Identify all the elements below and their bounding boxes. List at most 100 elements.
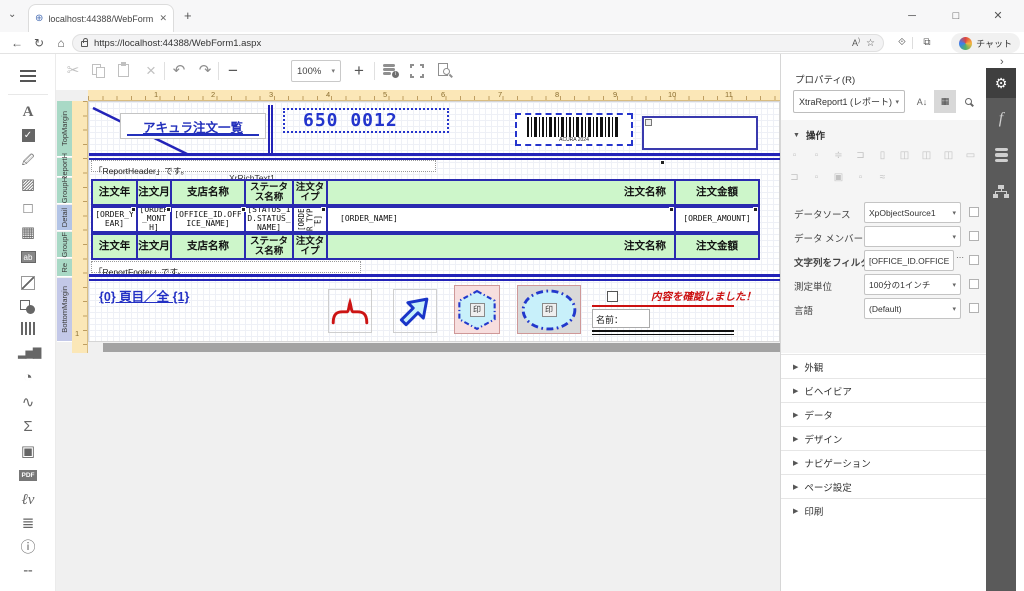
toolbox-panel-icon[interactable]: □ [18,199,38,219]
confirm-checkbox-control[interactable] [607,291,618,302]
red-underline[interactable] [592,305,734,307]
footer-cell[interactable]: 支店名称 [172,235,246,258]
band-bottom-margin[interactable]: BottomMargin [57,278,72,342]
zoom-in-icon[interactable]: + [348,60,370,82]
tab-close-icon[interactable]: ✕ [159,13,167,24]
toolbox-picture-icon[interactable]: ▨ [18,175,38,195]
fullscreen-icon[interactable] [406,60,428,82]
read-aloud-icon[interactable]: A) [852,38,860,48]
signature-line[interactable] [592,330,734,332]
signature-line-2[interactable] [592,334,734,335]
footer-cell[interactable]: ステータス名称 [246,235,294,258]
new-tab-button[interactable]: + [184,8,192,23]
brace-shape-control[interactable] [328,289,372,333]
field-cell[interactable]: [ORDER_NAME] [328,208,676,231]
toolbox-subreport-icon[interactable]: ▣ [18,442,38,462]
prop-checkbox[interactable] [969,231,979,241]
toolbox-signature-icon[interactable]: ℓv [18,490,38,510]
window-maximize-button[interactable]: □ [948,8,964,24]
vertical-separator-line[interactable] [268,105,273,153]
band-report-footer[interactable]: Re [57,259,72,277]
prop-checkbox[interactable] [969,279,979,289]
toolbox-shape-icon[interactable] [18,297,38,317]
component-selector-dropdown[interactable]: XtraReport1 (レポート) ▾ [793,90,905,113]
validate-bindings-icon[interactable]: i [380,60,402,82]
header-cell[interactable]: 注文月 [138,181,172,204]
preview-icon[interactable] [434,60,456,82]
footer-cell[interactable]: 注文名称 [328,235,676,258]
tab-search-chevron-icon[interactable]: ⌄ [8,9,16,20]
collections-icon[interactable]: ⧉ [918,34,936,52]
redo-icon[interactable]: ↷ [194,60,216,82]
toolbox-chart-icon[interactable]: ▂▅▇ [18,343,38,363]
toolbox-pageinfo-icon[interactable]: ⓘ [18,538,38,558]
header-cell[interactable]: 注文年 [93,181,138,204]
category-view-icon[interactable]: ▦ [934,90,956,113]
toolbox-table-icon[interactable]: ▦ [18,223,38,243]
header-cell[interactable]: ステータス名称 [246,181,294,204]
properties-tab-gear-icon[interactable]: ⚙ [986,68,1016,98]
section-page-settings[interactable]: ▶ページ設定 [781,474,986,498]
datamember-dropdown[interactable]: ▾ [864,226,961,247]
barcode-control[interactable]: ACURA 2024 [515,113,633,146]
band-detail[interactable]: Detail [57,205,72,231]
section-appearance[interactable]: ▶外観 [781,354,986,378]
prop-checkbox[interactable] [969,207,979,217]
favorite-star-icon[interactable]: ☆ [866,38,875,49]
toolbox-pdf-content-icon[interactable]: PDF [18,466,38,486]
menu-hamburger-icon[interactable] [18,66,38,86]
filterstring-editor[interactable]: [OFFICE_ID.OFFICE_ID] ... [864,250,954,271]
toolbox-barcode-icon[interactable] [18,319,38,339]
section-print[interactable]: ▶印刷 [781,498,986,522]
selection-handle[interactable] [660,160,665,165]
band-top-margin[interactable]: TopMargin [57,101,72,157]
hexagon-stamp-control[interactable]: 印 [454,285,500,334]
back-icon[interactable]: ← [8,34,26,52]
toolbox-gauge-icon[interactable]: ◔ [18,368,38,388]
toolbox-pagebreak-icon[interactable]: ╌ [18,562,38,582]
operations-section-header[interactable]: ▼ 操作 [793,128,825,142]
empty-textbox-control[interactable] [642,116,758,150]
field-cell[interactable]: [OFFICE_ID.OFFICE_NAME] [172,208,246,231]
ellipsis-button[interactable]: ⋯ [956,253,964,262]
url-field[interactable]: https://localhost:44388/WebForm1.aspx A)… [72,34,884,52]
home-icon[interactable]: ⌂ [52,34,70,52]
selection-handle[interactable] [131,207,136,212]
browser-essentials-icon[interactable]: ⟐ [893,34,911,52]
search-properties-icon[interactable] [958,90,980,113]
delete-icon[interactable]: × [140,60,162,82]
toolbox-sparkline-icon[interactable]: ∿ [18,393,38,413]
band-group-footer[interactable]: GroupF [57,232,72,258]
footer-cell[interactable]: 注文年 [93,235,138,258]
copy-icon[interactable] [88,60,110,82]
window-minimize-button[interactable]: ─ [904,8,920,24]
toolbox-line-icon[interactable] [18,273,38,293]
report-title-label[interactable]: アキュラ注文一覧 [120,113,266,139]
section-behavior[interactable]: ▶ビヘイビア [781,378,986,402]
selection-handle[interactable] [669,207,674,212]
field-list-tab-icon[interactable] [986,140,1016,170]
refresh-icon[interactable]: ↻ [30,34,48,52]
undo-icon[interactable]: ↶ [168,60,190,82]
copilot-chat-button[interactable]: チャット [951,33,1020,53]
confirm-text-label[interactable]: 内容を確認しました！ [651,289,756,304]
zoom-out-icon[interactable]: − [222,60,244,82]
window-close-button[interactable]: ✕ [990,8,1006,24]
report-header-label[interactable]: 「ReportHeader」です。 [91,160,436,172]
prop-checkbox[interactable] [969,303,979,313]
url-text[interactable]: https://localhost:44388/WebForm1.aspx [94,38,846,49]
toolbox-character-comb-icon[interactable]: ab [18,248,38,268]
band-report-header[interactable]: ReportH [57,158,72,177]
name-field-control[interactable]: 名前： [592,309,650,328]
paste-icon[interactable] [114,60,136,82]
header-cell[interactable]: 注文金額 [676,181,758,204]
field-cell[interactable]: [ORDER_AMOUNT] [676,208,758,231]
ellipse-stamp-control[interactable]: 印 [517,285,581,334]
measureunit-dropdown[interactable]: 100分の1インチ▾ [864,274,961,295]
datasource-dropdown[interactable]: XpObjectSource1▾ [864,202,961,223]
footer-cell[interactable]: 注文タイプ [294,235,328,258]
header-cell[interactable]: 支店名称 [172,181,246,204]
prop-checkbox[interactable] [969,255,979,265]
counter-label[interactable]: 650 0012 [283,108,449,133]
section-data[interactable]: ▶データ [781,402,986,426]
